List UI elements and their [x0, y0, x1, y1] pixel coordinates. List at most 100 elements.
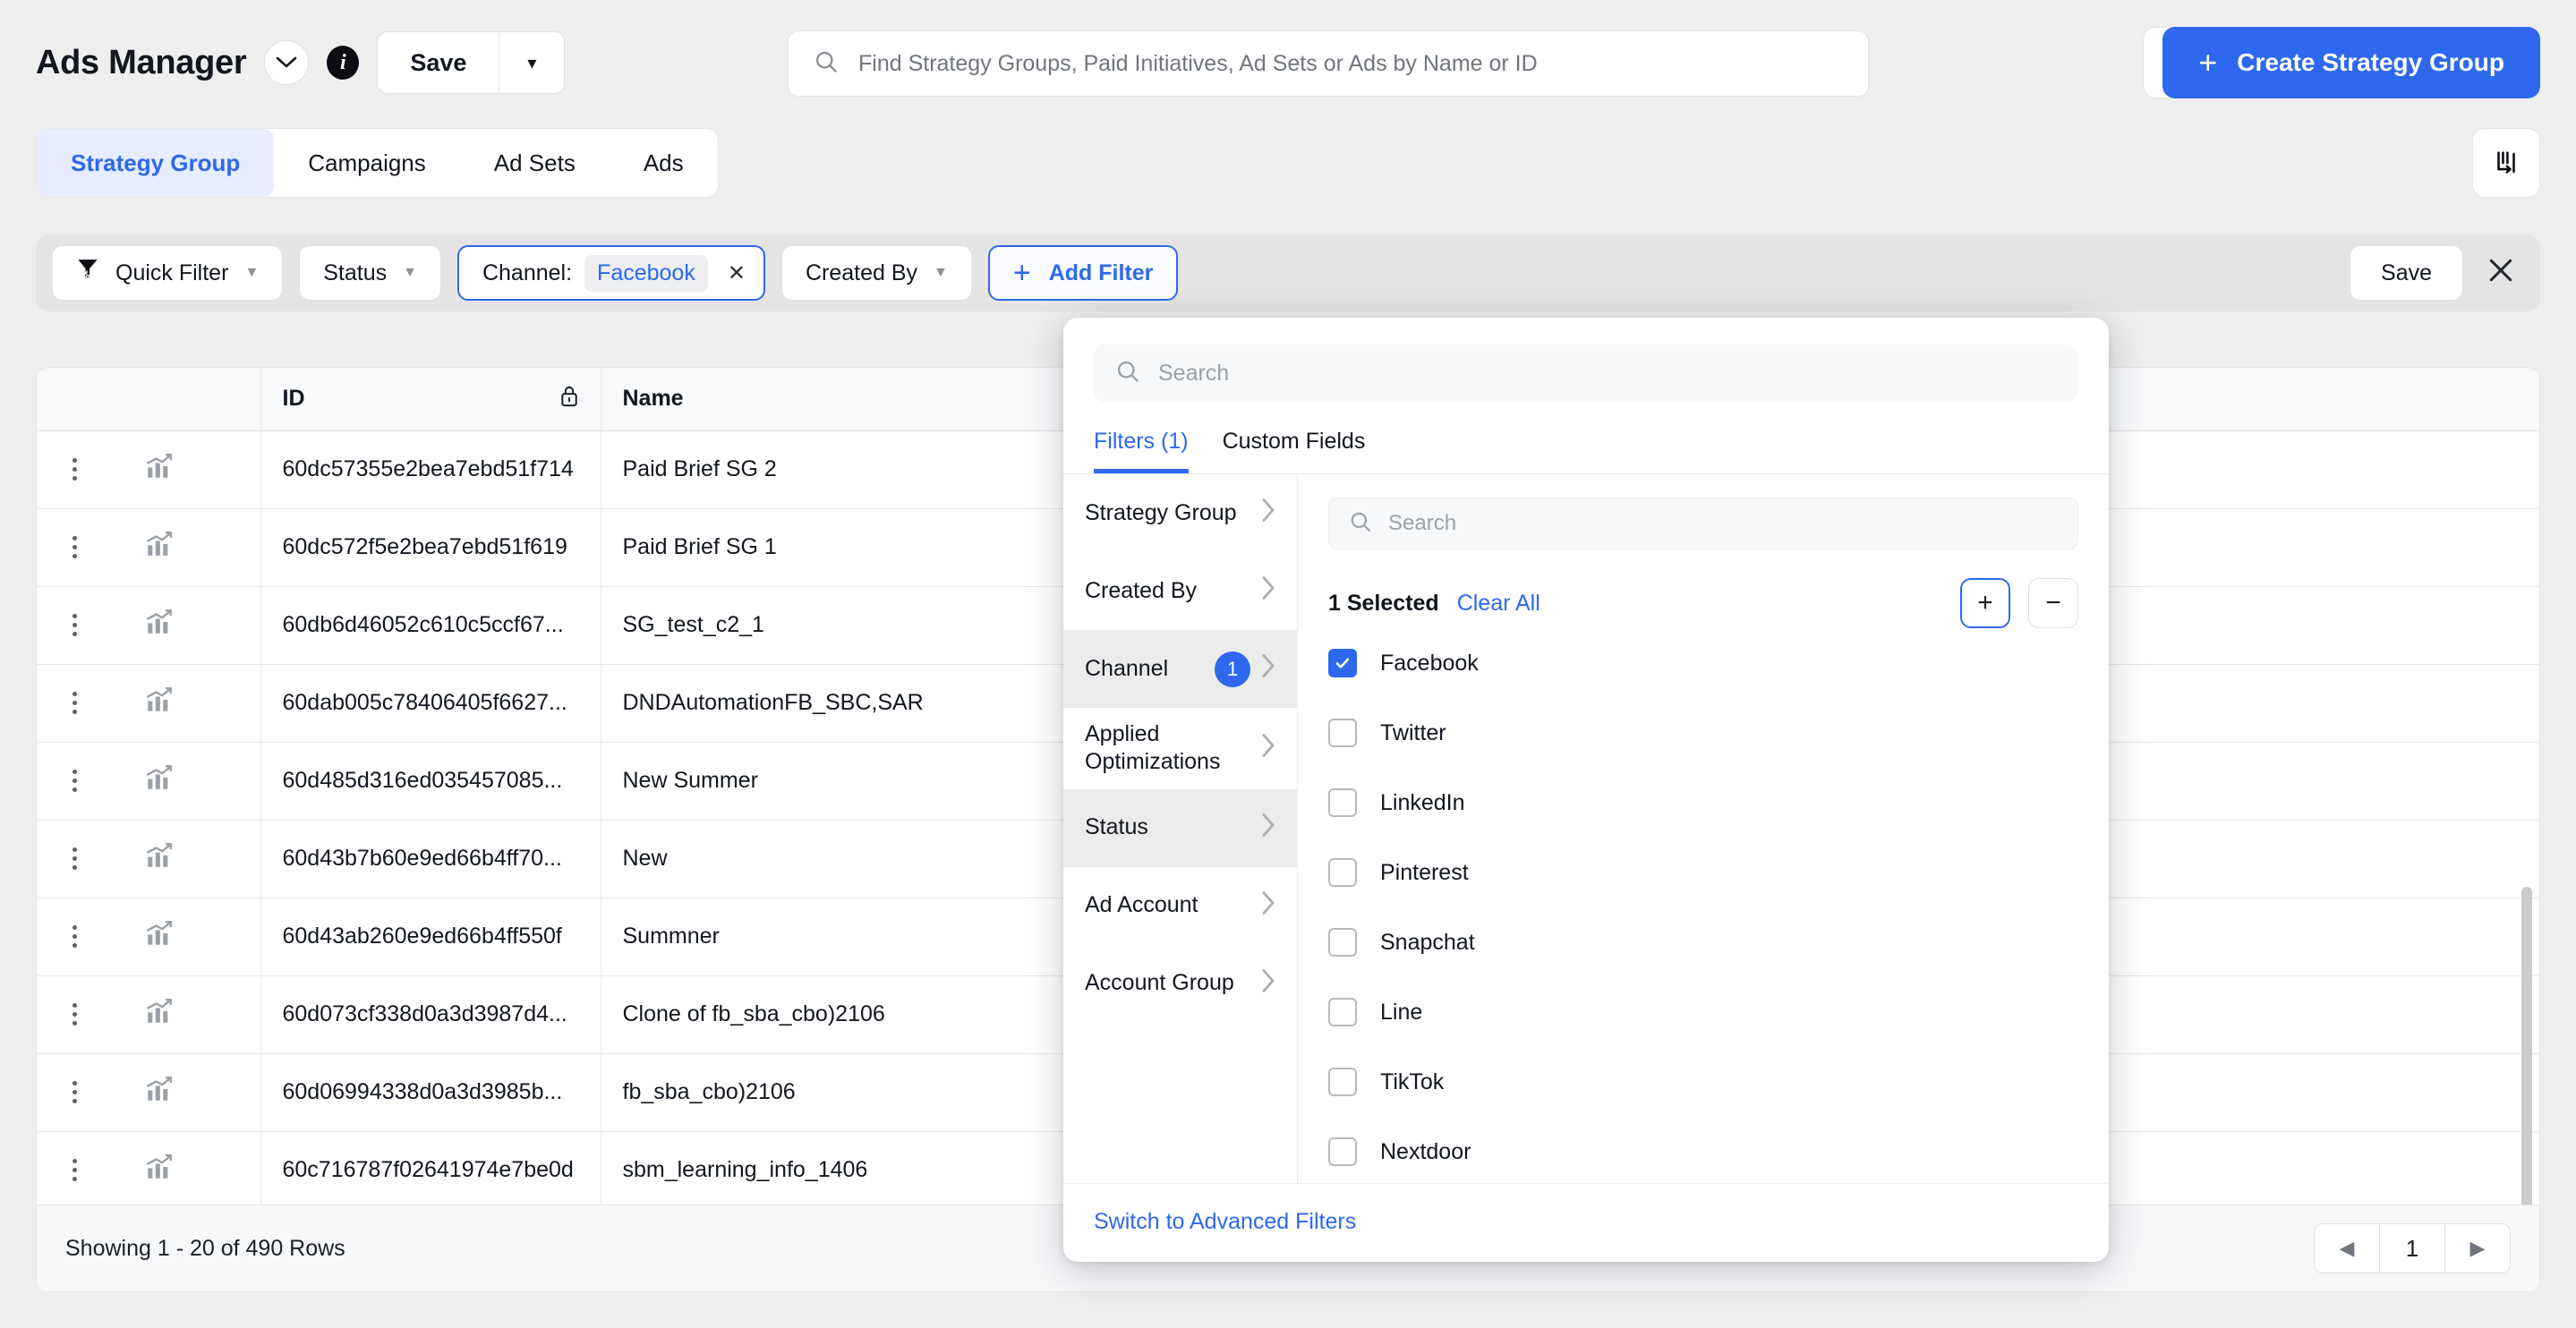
- current-page-number[interactable]: 1: [2380, 1224, 2444, 1273]
- filter-category-channel[interactable]: Channel 1: [1063, 630, 1297, 708]
- values-search[interactable]: [1328, 498, 2078, 549]
- channel-option-nextdoor[interactable]: Nextdoor: [1328, 1117, 2078, 1187]
- filter-category-strategy-group[interactable]: Strategy Group: [1063, 474, 1297, 552]
- save-filter-button[interactable]: Save: [2350, 245, 2463, 301]
- column-header-id[interactable]: ID: [260, 368, 601, 431]
- chevron-right-icon: [1259, 498, 1277, 529]
- tab-campaigns[interactable]: Campaigns: [274, 129, 460, 197]
- row-type-cell: [135, 508, 261, 587]
- close-icon[interactable]: [2486, 256, 2515, 290]
- ads-manager-page: Ads Manager i Save ▾ + Create Stra: [0, 0, 2576, 1328]
- save-split-button[interactable]: Save ▾: [377, 31, 566, 94]
- dropdown-search[interactable]: [1094, 345, 2078, 402]
- cell-id: 60c716787f02641974e7be0d: [260, 1131, 601, 1210]
- trend-bar-chart-icon: [144, 765, 175, 798]
- kebab-menu-icon[interactable]: [65, 1159, 83, 1181]
- checkbox[interactable]: [1328, 1068, 1357, 1096]
- vertical-scrollbar[interactable]: [2521, 887, 2532, 1245]
- checkbox[interactable]: [1328, 649, 1357, 677]
- channel-option-linkedin[interactable]: LinkedIn: [1328, 768, 2078, 838]
- switch-to-advanced-filters-link[interactable]: Switch to Advanced Filters: [1094, 1209, 1356, 1234]
- create-strategy-group-button[interactable]: + Create Strategy Group: [2162, 27, 2540, 98]
- checkbox[interactable]: [1328, 998, 1357, 1026]
- row-menu-cell[interactable]: [37, 975, 135, 1054]
- dropdown-tab-custom-fields[interactable]: Custom Fields: [1223, 429, 1366, 473]
- row-menu-cell[interactable]: [37, 508, 135, 587]
- channel-filter-chip[interactable]: Channel: Facebook ✕: [456, 245, 765, 301]
- quick-filter-dropdown[interactable]: Quick Filter ▼: [52, 245, 284, 301]
- filter-category-applied-optimizations[interactable]: Applied Optimizations: [1063, 708, 1297, 789]
- top-header: Ads Manager i Save ▾ + Create Stra: [0, 0, 2576, 125]
- tab-ads[interactable]: Ads: [610, 129, 718, 197]
- checkbox[interactable]: [1328, 788, 1357, 817]
- chevron-down-icon[interactable]: [264, 40, 310, 85]
- row-type-cell: [135, 820, 261, 898]
- channel-option-twitter[interactable]: Twitter: [1328, 698, 2078, 768]
- kebab-menu-icon[interactable]: [65, 458, 83, 481]
- row-menu-cell[interactable]: [37, 820, 135, 898]
- row-menu-cell[interactable]: [37, 1131, 135, 1210]
- create-strategy-group-label: Create Strategy Group: [2237, 48, 2504, 76]
- checkbox[interactable]: [1328, 1137, 1357, 1166]
- add-filter-button[interactable]: + Add Filter: [987, 245, 1179, 301]
- prev-page-button[interactable]: ◀: [2315, 1224, 2379, 1273]
- cell-id: 60dc57355e2bea7ebd51f714: [260, 430, 601, 509]
- kebab-menu-icon[interactable]: [65, 770, 83, 792]
- row-type-cell: [135, 1053, 261, 1132]
- search-input[interactable]: [858, 50, 1843, 77]
- channel-option-label: Snapchat: [1380, 929, 1475, 955]
- row-menu-cell[interactable]: [37, 1053, 135, 1132]
- channel-option-line[interactable]: Line: [1328, 977, 2078, 1047]
- filter-category-label: Created By: [1085, 577, 1198, 603]
- checkbox[interactable]: [1328, 928, 1357, 957]
- channel-option-pinterest[interactable]: Pinterest: [1328, 838, 2078, 907]
- dropdown-tab-filters[interactable]: Filters (1): [1094, 429, 1189, 473]
- channel-option-tiktok[interactable]: TikTok: [1328, 1047, 2078, 1117]
- kebab-menu-icon[interactable]: [65, 847, 83, 870]
- kebab-menu-icon[interactable]: [65, 1003, 83, 1026]
- column-settings-icon[interactable]: [2472, 128, 2540, 198]
- filter-category-ad-account[interactable]: Ad Account: [1063, 867, 1297, 945]
- tab-ad-sets[interactable]: Ad Sets: [460, 129, 610, 197]
- row-menu-cell[interactable]: [37, 742, 135, 821]
- cell-id: 60dc572f5e2bea7ebd51f619: [260, 508, 601, 587]
- filter-category-created-by[interactable]: Created By: [1063, 552, 1297, 630]
- created-by-filter-dropdown[interactable]: Created By ▼: [780, 245, 972, 301]
- info-icon[interactable]: i: [327, 46, 360, 80]
- row-menu-cell[interactable]: [37, 664, 135, 743]
- kebab-menu-icon[interactable]: [65, 536, 83, 558]
- add-value-button[interactable]: +: [1960, 578, 2010, 628]
- channel-option-snapchat[interactable]: Snapchat: [1328, 907, 2078, 977]
- kebab-menu-icon[interactable]: [65, 692, 83, 714]
- tab-strategy-group[interactable]: Strategy Group: [37, 129, 275, 197]
- next-page-button[interactable]: ▶: [2445, 1224, 2510, 1273]
- kebab-menu-icon[interactable]: [65, 1081, 83, 1103]
- channel-filter-clear-icon[interactable]: ✕: [728, 260, 746, 286]
- checkbox[interactable]: [1328, 719, 1357, 747]
- dropdown-search-input[interactable]: [1158, 360, 2057, 387]
- channel-option-facebook[interactable]: Facebook: [1328, 628, 2078, 698]
- remove-value-button[interactable]: −: [2028, 578, 2078, 628]
- kebab-menu-icon[interactable]: [65, 925, 83, 948]
- status-filter-dropdown[interactable]: Status ▼: [299, 245, 441, 301]
- row-menu-cell[interactable]: [37, 430, 135, 509]
- checkbox[interactable]: [1328, 858, 1357, 887]
- row-menu-cell[interactable]: [37, 586, 135, 665]
- global-search[interactable]: [788, 30, 1869, 97]
- clear-all-button[interactable]: Clear All: [1457, 591, 1540, 617]
- channel-option-label: Line: [1380, 999, 1423, 1025]
- save-button[interactable]: Save: [378, 32, 499, 93]
- kebab-menu-icon[interactable]: [65, 614, 83, 636]
- filter-bolt-icon: [76, 257, 99, 290]
- chevron-right-icon: [1259, 575, 1277, 607]
- created-by-filter-label: Created By: [805, 260, 918, 285]
- filter-count-badge: 1: [1215, 651, 1250, 687]
- row-menu-cell[interactable]: [37, 898, 135, 976]
- chevron-right-icon: [1259, 733, 1277, 764]
- save-dropdown-caret-icon[interactable]: ▾: [499, 32, 564, 93]
- channel-filter-label: Channel:: [482, 260, 573, 285]
- filter-category-status[interactable]: Status: [1063, 788, 1297, 867]
- filter-category-account-group[interactable]: Account Group: [1063, 945, 1297, 1023]
- chevron-right-icon: [1259, 890, 1277, 922]
- values-search-input[interactable]: [1388, 511, 2058, 536]
